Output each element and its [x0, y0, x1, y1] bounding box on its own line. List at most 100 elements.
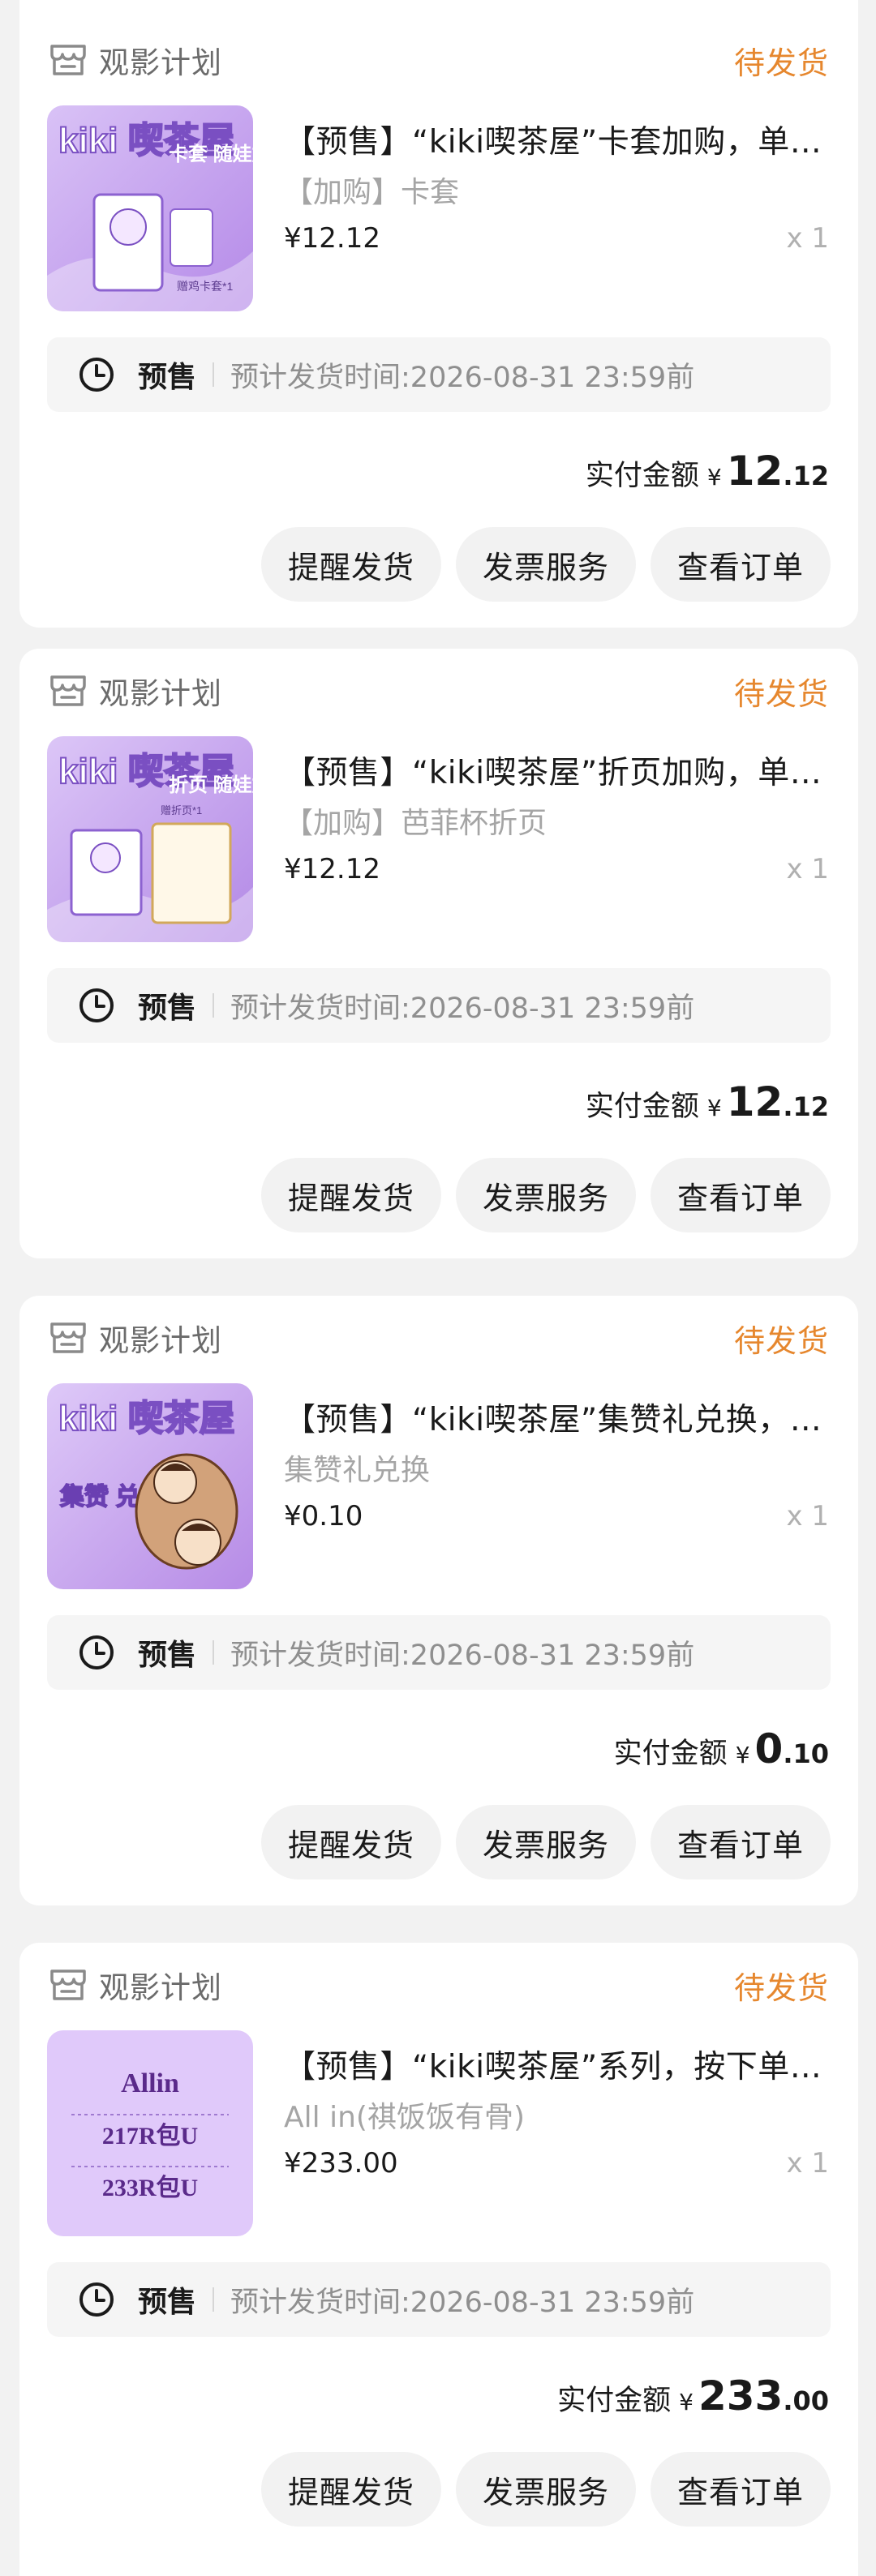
shop-store-icon [49, 1968, 88, 2002]
product-spec: All in(祺饭饭有骨) [284, 2101, 525, 2134]
product-quantity: x 1 [786, 1500, 829, 1532]
presale-tag: 预售 [138, 361, 197, 394]
thumb-small-text: 赠折页*1 [161, 804, 202, 817]
view-order-button[interactable]: 查看订单 [651, 527, 831, 602]
order-actions: 提醒发货 发票服务 查看订单 [261, 527, 831, 602]
paid-label: 实付金额 [585, 460, 699, 492]
paid-currency: ¥ [706, 1095, 722, 1121]
remind-ship-button[interactable]: 提醒发货 [261, 1158, 441, 1232]
paid-decimal: .10 [783, 1738, 829, 1769]
order-card[interactable]: 观影计划 待发货 kiki 喫茶屋 卡套 随娃加购 [19, 0, 858, 628]
product-thumbnail[interactable]: kiki 喫茶屋 折页 随娃加购 赠折页*1 [47, 736, 253, 942]
paid-integer: 12 [726, 1078, 784, 1125]
product-thumbnail[interactable]: kiki 喫茶屋 集赞 兑换礼 [47, 1383, 253, 1589]
presale-tag: 预售 [138, 2286, 197, 2319]
shop-header[interactable]: 观影计划 待发货 [49, 1315, 829, 1361]
divider [213, 362, 215, 387]
shop-name: 观影计划 [99, 676, 222, 711]
product-title[interactable]: 【预售】“kiki喫茶屋”集赞礼兑换，… [284, 1395, 832, 1440]
paid-amount: 实付金额 ¥ 12 .12 [586, 448, 829, 504]
thumb-logo: kiki 喫茶屋 [58, 1399, 235, 1438]
order-list: 观影计划 待发货 kiki 喫茶屋 卡套 随娃加购 [0, 0, 876, 2576]
shop-name: 观影计划 [99, 1323, 222, 1358]
presale-info-bar: 预售 预计发货时间:2026-08-31 23:59前 [47, 2262, 831, 2337]
presale-tag: 预售 [138, 1639, 197, 1672]
paid-label: 实付金额 [585, 1091, 699, 1123]
paid-decimal: .00 [783, 2385, 829, 2416]
product-title[interactable]: 【预售】“kiki喫茶屋”卡套加购，单… [284, 117, 832, 162]
remind-ship-button[interactable]: 提醒发货 [261, 1805, 441, 1879]
paid-currency: ¥ [679, 2389, 694, 2415]
product-price: ¥12.12 [284, 222, 380, 255]
order-actions: 提醒发货 发票服务 查看订单 [261, 1805, 831, 1879]
invoice-service-button[interactable]: 发票服务 [456, 2452, 636, 2527]
presale-info-bar: 预售 预计发货时间:2026-08-31 23:59前 [47, 968, 831, 1043]
invoice-service-button[interactable]: 发票服务 [456, 1805, 636, 1879]
product-spec: 【加购】卡套 [284, 176, 460, 209]
paid-amount: 实付金额 ¥ 0 .10 [614, 1725, 829, 1782]
thumb-line-2: 233R包U [102, 2174, 198, 2201]
order-status: 待发货 [733, 1322, 829, 1359]
presale-tag: 预售 [138, 992, 197, 1025]
shop-store-icon [49, 1321, 88, 1355]
divider [213, 993, 215, 1018]
order-status: 待发货 [733, 1970, 829, 2006]
thumb-line-1: 217R包U [102, 2122, 198, 2150]
thumb-caption: Allin [121, 2068, 179, 2098]
divider [213, 2287, 215, 2312]
view-order-button[interactable]: 查看订单 [651, 1805, 831, 1879]
shop-name: 观影计划 [99, 45, 222, 80]
remind-ship-button[interactable]: 提醒发货 [261, 2452, 441, 2527]
paid-label: 实付金额 [613, 1738, 728, 1770]
thumb-caption: 卡套 随娃加购 [169, 144, 253, 165]
estimated-ship-time: 预计发货时间:2026-08-31 23:59前 [230, 361, 695, 394]
product-price: ¥233.00 [284, 2147, 398, 2180]
divider [213, 1640, 215, 1665]
product-quantity: x 1 [786, 2147, 829, 2180]
order-status: 待发货 [733, 45, 829, 81]
paid-amount: 实付金额 ¥ 233 .00 [557, 2372, 829, 2429]
shop-header[interactable]: 观影计划 待发货 [49, 1962, 829, 2008]
paid-label: 实付金额 [557, 2385, 672, 2417]
paid-integer: 233 [698, 2372, 784, 2420]
paid-decimal: .12 [783, 461, 829, 491]
order-status: 待发货 [733, 675, 829, 712]
paid-currency: ¥ [706, 464, 722, 491]
order-actions: 提醒发货 发票服务 查看订单 [261, 2452, 831, 2527]
product-title[interactable]: 【预售】“kiki喫茶屋”系列，按下单… [284, 2042, 832, 2087]
product-thumbnail[interactable]: kiki 喫茶屋 卡套 随娃加购 赠鸡卡套*1 [47, 105, 253, 311]
paid-decimal: .12 [783, 1091, 829, 1122]
clock-icon [78, 2281, 115, 2318]
product-thumbnail[interactable]: Allin 217R包U 233R包U [47, 2030, 253, 2236]
product-quantity: x 1 [786, 222, 829, 255]
shop-header[interactable]: 观影计划 待发货 [49, 668, 829, 714]
shop-header[interactable]: 观影计划 待发货 [49, 37, 829, 83]
view-order-button[interactable]: 查看订单 [651, 2452, 831, 2527]
presale-info-bar: 预售 预计发货时间:2026-08-31 23:59前 [47, 337, 831, 412]
paid-integer: 0 [754, 1725, 784, 1772]
shop-store-icon [49, 43, 88, 77]
order-actions: 提醒发货 发票服务 查看订单 [261, 1158, 831, 1232]
clock-icon [78, 987, 115, 1024]
thumb-small-text: 赠鸡卡套*1 [177, 280, 233, 293]
shop-store-icon [49, 674, 88, 708]
estimated-ship-time: 预计发货时间:2026-08-31 23:59前 [230, 1639, 695, 1672]
order-card[interactable]: 观影计划 待发货 kiki 喫茶屋 折页 随娃加购 [19, 649, 858, 1258]
invoice-service-button[interactable]: 发票服务 [456, 527, 636, 602]
order-card[interactable]: 观影计划 待发货 Allin 217R包U 233R包U 【预售】“kiki喫茶… [19, 1943, 858, 2576]
remind-ship-button[interactable]: 提醒发货 [261, 527, 441, 602]
presale-info-bar: 预售 预计发货时间:2026-08-31 23:59前 [47, 1615, 831, 1690]
product-spec: 【加购】芭菲杯折页 [284, 807, 548, 840]
clock-icon [78, 356, 115, 393]
order-card[interactable]: 观影计划 待发货 kiki 喫茶屋 集赞 兑换礼 【预售】“kiki喫茶屋”集赞… [19, 1296, 858, 1905]
estimated-ship-time: 预计发货时间:2026-08-31 23:59前 [230, 992, 695, 1025]
paid-integer: 12 [726, 448, 784, 495]
clock-icon [78, 1634, 115, 1671]
estimated-ship-time: 预计发货时间:2026-08-31 23:59前 [230, 2286, 695, 2319]
product-price: ¥12.12 [284, 853, 380, 885]
view-order-button[interactable]: 查看订单 [651, 1158, 831, 1232]
product-quantity: x 1 [786, 853, 829, 885]
product-price: ¥0.10 [284, 1500, 363, 1532]
product-title[interactable]: 【预售】“kiki喫茶屋”折页加购，单… [284, 748, 832, 793]
invoice-service-button[interactable]: 发票服务 [456, 1158, 636, 1232]
